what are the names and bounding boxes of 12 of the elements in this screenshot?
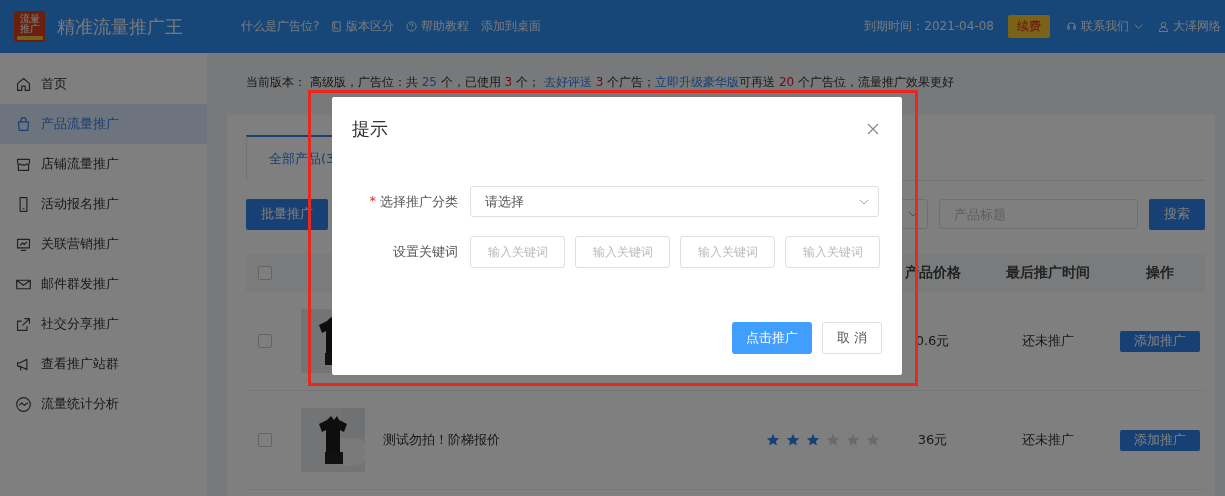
logo-icon: 流量推广 <box>14 11 45 42</box>
column-header: 操作 <box>1145 264 1175 282</box>
price-cell-text: 36元 <box>916 431 949 449</box>
column-header: 最后推广时间 <box>1004 264 1091 282</box>
product-name: 测试勿拍！阶梯报价 <box>383 431 500 449</box>
field-label: 设置关键词 <box>393 243 458 261</box>
field-label: 选择推广分类 <box>380 192 458 211</box>
expiry-date: 到期时间：2021-04-08 <box>864 18 994 35</box>
required-mark: * <box>369 192 376 210</box>
app-title: 精准流量推广王 <box>57 14 183 39</box>
last-promote-cell-text: 还未推广 <box>1020 431 1075 449</box>
last-promote-cell-text: 还未推广 <box>1020 332 1075 350</box>
